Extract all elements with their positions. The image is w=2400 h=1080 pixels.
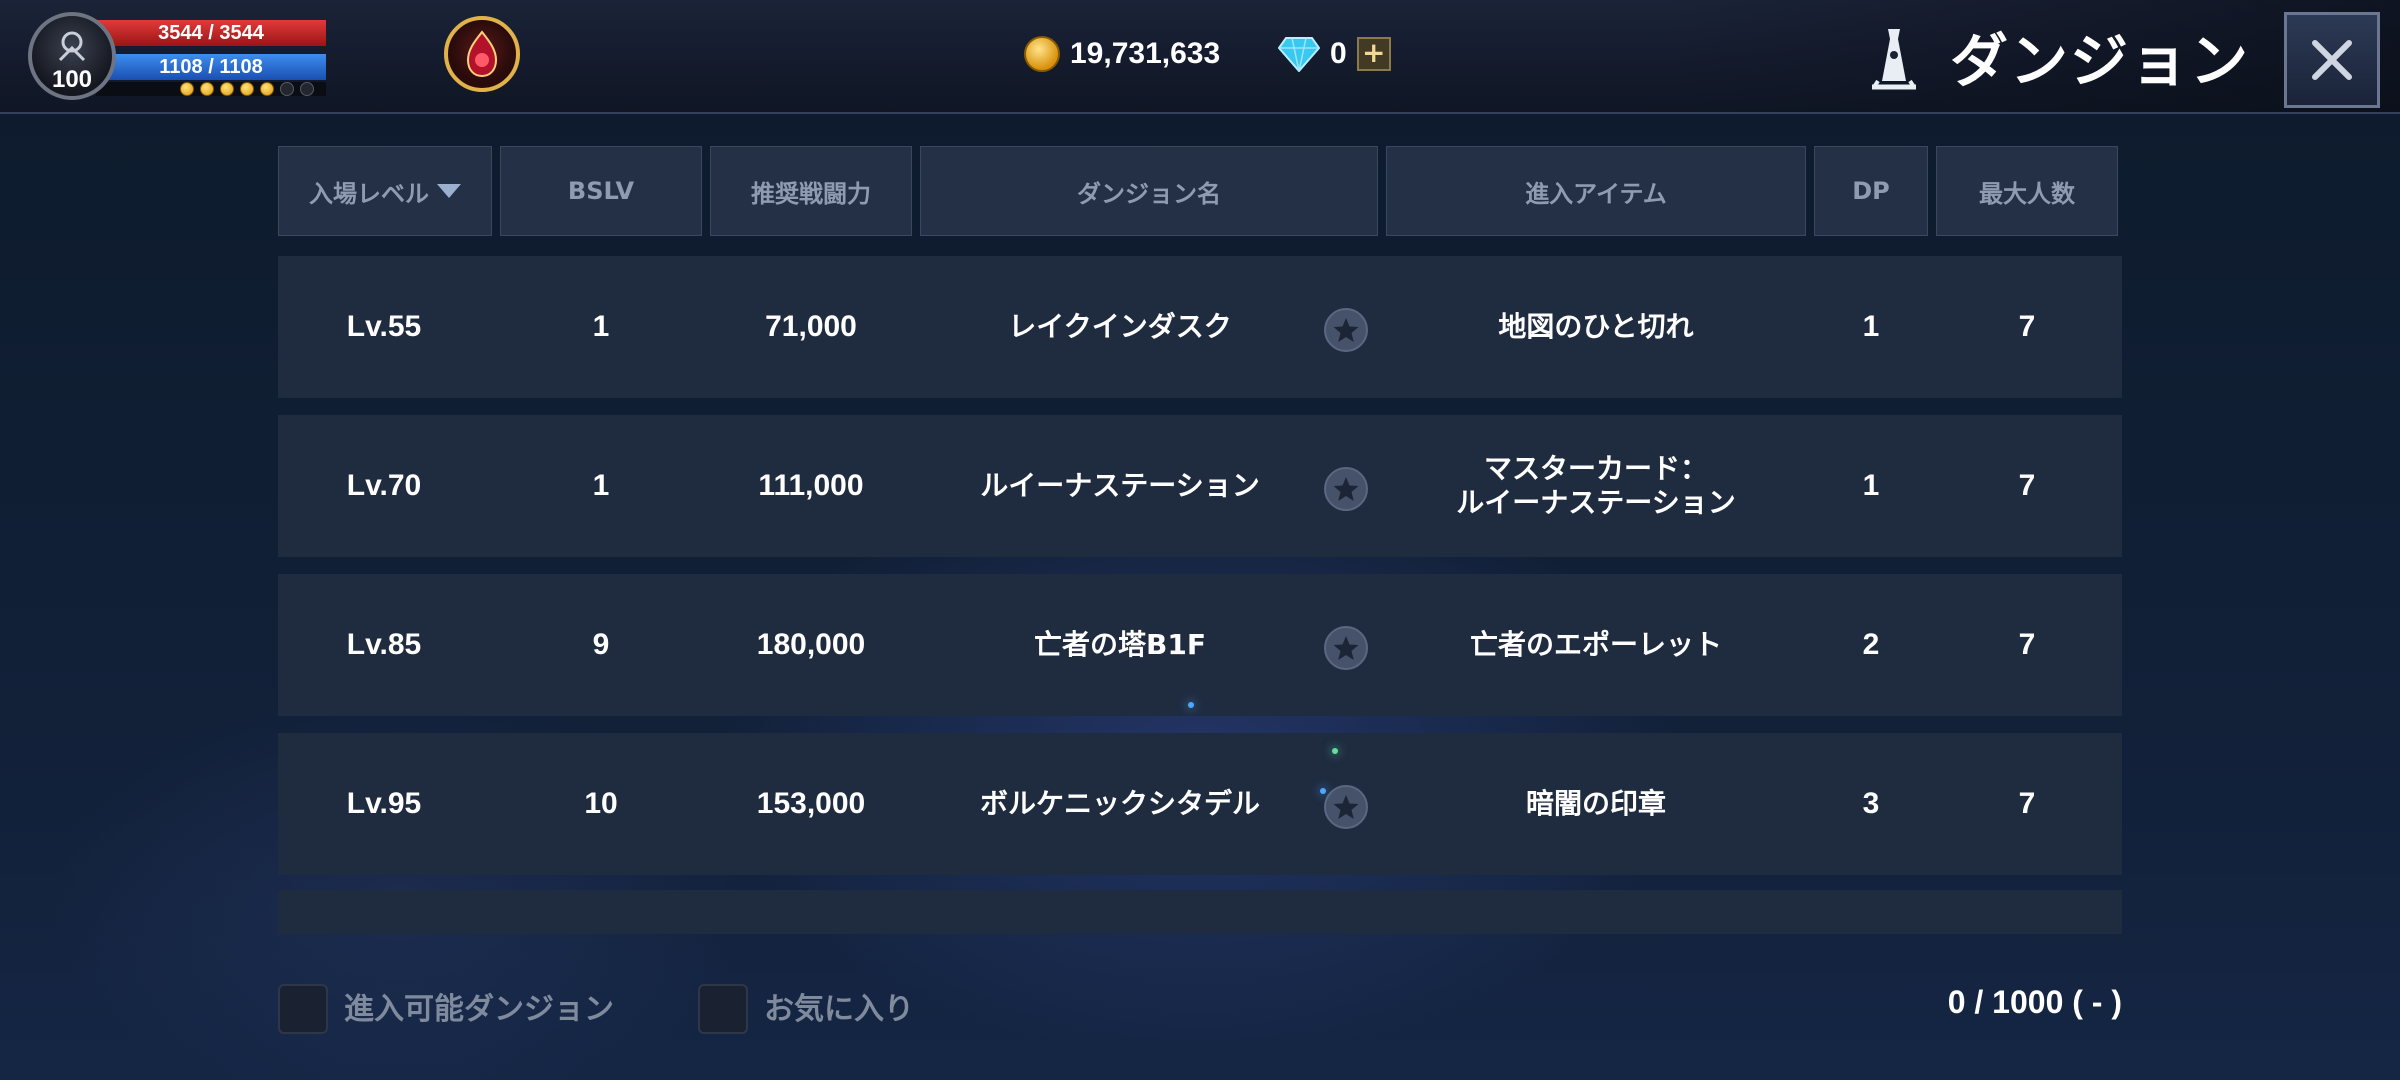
- column-header-dp[interactable]: DP: [1814, 146, 1928, 236]
- cell-dp: 2: [1862, 628, 1880, 661]
- table-row[interactable]: Lv.95 10 153,000 ボルケニックシタデル 暗闇の印章 3 7: [278, 733, 2122, 875]
- cell-entry-item: 暗闇の印章: [1525, 787, 1666, 820]
- sort-desc-icon: [437, 184, 461, 198]
- cell-recommended-power: 71,000: [765, 310, 857, 343]
- column-header-dungeon-name[interactable]: ダンジョン名: [920, 146, 1378, 236]
- cell-max-players: 7: [2018, 787, 2036, 820]
- add-gems-button[interactable]: +: [1356, 36, 1391, 71]
- column-header-bslv[interactable]: BSLV: [500, 146, 702, 236]
- cell-dungeon-name: ボルケニックシタデル: [979, 787, 1260, 820]
- cell-dp: 3: [1862, 787, 1880, 820]
- cell-recommended-power: 111,000: [758, 469, 864, 502]
- cell-dp: 1: [1862, 310, 1880, 343]
- favorites-checkbox[interactable]: [698, 984, 748, 1034]
- sparkle-decoration: [1332, 748, 1338, 754]
- gold-coin-icon: [1024, 36, 1060, 72]
- gold-display: 19,731,633: [1024, 32, 1220, 76]
- cell-entry-item: マスターカード： ルイーナステーション: [1456, 452, 1736, 519]
- cell-bslv: 1: [592, 469, 610, 502]
- column-header-entry-item[interactable]: 進入アイテム: [1386, 146, 1806, 236]
- cell-entry-item: 亡者のエポーレット: [1469, 628, 1722, 661]
- favorite-star-button[interactable]: [1324, 785, 1368, 829]
- cell-dungeon-name: ルイーナステーション: [980, 469, 1260, 502]
- table-row[interactable]: Lv.85 9 180,000 亡者の塔B1F 亡者のエポーレット 2 7: [278, 574, 2122, 716]
- favorite-star-button[interactable]: [1324, 467, 1368, 511]
- dungeon-counter: 0 / 1000 ( - ): [1947, 984, 2122, 1020]
- enterable-dungeon-label[interactable]: 進入可能ダンジョン: [344, 984, 614, 1034]
- cell-recommended-power: 180,000: [756, 628, 866, 661]
- player-emblem-icon: [58, 31, 86, 62]
- cell-dp: 1: [1862, 469, 1880, 502]
- diamond-icon: [1278, 37, 1320, 72]
- player-avatar[interactable]: 100: [28, 12, 116, 100]
- sparkle-decoration: [1188, 702, 1194, 708]
- enterable-dungeon-checkbox[interactable]: [278, 984, 328, 1034]
- plus-icon: +: [1361, 36, 1386, 69]
- guild-emblem-icon: [466, 30, 498, 78]
- column-header-entry-level[interactable]: 入場レベル: [278, 146, 492, 236]
- top-bar: 100 3544 / 3544 1108 / 1108 19,731,633 0…: [0, 0, 2400, 114]
- close-button[interactable]: [2284, 12, 2380, 108]
- cell-max-players: 7: [2018, 469, 2036, 502]
- cell-recommended-power: 153,000: [756, 787, 866, 820]
- star-icon: [1333, 477, 1359, 501]
- cell-bslv: 1: [592, 310, 610, 343]
- exp-dot: [260, 82, 274, 96]
- player-level: 100: [51, 66, 93, 93]
- page-title: ダンジョン: [1950, 27, 2251, 95]
- cell-entry-level: Lv.85: [346, 628, 422, 661]
- close-icon: [2312, 40, 2352, 80]
- column-header-recommended-power[interactable]: 推奨戦闘力: [710, 146, 912, 236]
- favorite-star-button[interactable]: [1324, 308, 1368, 352]
- exp-dots: [180, 82, 314, 96]
- cell-entry-level: Lv.95: [346, 787, 422, 820]
- exp-dot: [200, 82, 214, 96]
- tower-icon: [1872, 29, 1916, 90]
- cell-bslv: 10: [584, 787, 618, 820]
- mp-bar: 1108 / 1108: [96, 54, 326, 80]
- guild-emblem-button[interactable]: [444, 16, 520, 92]
- page-header: ダンジョン: [1862, 16, 2250, 96]
- star-icon: [1333, 318, 1359, 342]
- exp-dot: [220, 82, 234, 96]
- exp-dot: [280, 82, 294, 96]
- cell-max-players: 7: [2018, 628, 2036, 661]
- table-row-partial: [278, 890, 2122, 934]
- column-header-max-players[interactable]: 最大人数: [1936, 146, 2118, 236]
- gold-amount: 19,731,633: [1070, 37, 1221, 70]
- cell-entry-item: 地図のひと切れ: [1498, 310, 1694, 343]
- table-row[interactable]: Lv.70 1 111,000 ルイーナステーション マスターカード： ルイーナ…: [278, 415, 2122, 557]
- exp-dot: [300, 82, 314, 96]
- cell-max-players: 7: [2018, 310, 2036, 343]
- hp-bar: 3544 / 3544: [96, 20, 326, 46]
- favorites-label[interactable]: お気に入り: [764, 984, 914, 1034]
- gem-display: 0 +: [1278, 32, 1391, 76]
- cell-entry-level: Lv.70: [346, 469, 422, 502]
- favorite-star-button[interactable]: [1324, 626, 1368, 670]
- cell-entry-level: Lv.55: [346, 310, 422, 343]
- cell-bslv: 9: [592, 628, 610, 661]
- star-icon: [1333, 636, 1359, 660]
- table-row[interactable]: Lv.55 1 71,000 レイクインダスク 地図のひと切れ 1 7: [278, 256, 2122, 398]
- exp-dot: [240, 82, 254, 96]
- star-icon: [1333, 795, 1359, 819]
- exp-dot: [180, 82, 194, 96]
- gem-amount: 0: [1330, 37, 1347, 70]
- cell-dungeon-name: 亡者の塔B1F: [1034, 628, 1206, 661]
- sparkle-decoration: [1320, 788, 1326, 794]
- cell-dungeon-name: レイクインダスク: [1008, 310, 1232, 343]
